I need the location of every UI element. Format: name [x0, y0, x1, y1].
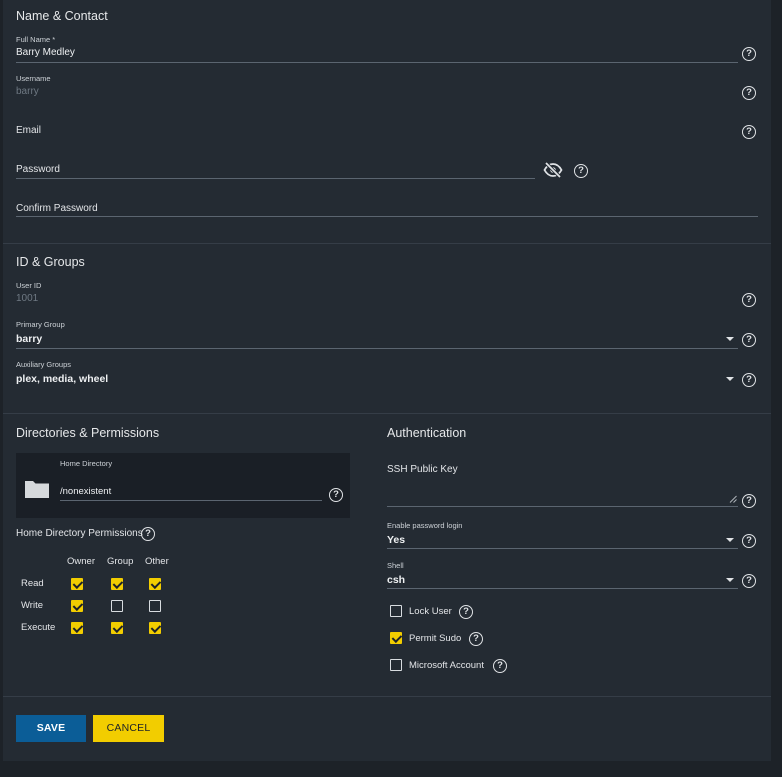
microsoft-account-help-icon[interactable] — [493, 659, 507, 673]
eye-off-icon[interactable] — [543, 162, 563, 178]
permit-sudo-help-icon[interactable] — [469, 632, 483, 646]
email-help-icon[interactable] — [742, 125, 756, 139]
ssh-key-help-icon[interactable] — [742, 494, 756, 508]
user-id-help-icon[interactable] — [742, 293, 756, 307]
user-form-card: Name & Contact Full Name * Barry Medley … — [3, 0, 771, 761]
ssh-key-textarea[interactable]: SSH Public Key — [387, 464, 458, 475]
shell-label: Shell — [387, 561, 404, 570]
primary-group-label: Primary Group — [16, 320, 65, 329]
section-divider — [3, 696, 771, 697]
home-directory-underline — [60, 500, 322, 501]
write-owner-checkbox[interactable] — [71, 600, 83, 612]
ssh-key-underline — [387, 506, 738, 507]
permit-sudo-label: Permit Sudo — [409, 633, 462, 644]
full-name-underline — [16, 62, 738, 63]
write-other-checkbox[interactable] — [149, 600, 161, 612]
password-login-chevron-down-icon[interactable] — [726, 538, 734, 542]
execute-other-checkbox[interactable] — [149, 622, 161, 634]
write-group-checkbox[interactable] — [111, 600, 123, 612]
execute-group-checkbox[interactable] — [111, 622, 123, 634]
shell-help-icon[interactable] — [742, 574, 756, 588]
lock-user-help-icon[interactable] — [459, 605, 473, 619]
primary-group-help-icon[interactable] — [742, 333, 756, 347]
user-id-input: 1001 — [16, 293, 39, 304]
home-directory-input[interactable]: /nonexistent — [60, 486, 111, 497]
user-id-label: User ID — [16, 281, 42, 290]
primary-group-chevron-down-icon[interactable] — [726, 337, 734, 341]
password-login-help-icon[interactable] — [742, 534, 756, 548]
email-input[interactable]: Email — [16, 125, 41, 136]
section-title-name-contact: Name & Contact — [16, 9, 108, 23]
read-other-checkbox[interactable] — [149, 578, 161, 590]
perm-col-other: Other — [145, 556, 169, 567]
cancel-button[interactable]: CANCEL — [93, 715, 164, 742]
confirm-password-input[interactable]: Confirm Password — [16, 203, 98, 214]
aux-groups-chevron-down-icon[interactable] — [726, 377, 734, 381]
full-name-input[interactable]: Barry Medley — [16, 47, 75, 58]
primary-group-underline — [16, 348, 738, 349]
password-input[interactable]: Password — [16, 164, 60, 175]
username-input: barry — [16, 86, 39, 97]
execute-owner-checkbox[interactable] — [71, 622, 83, 634]
shell-select[interactable]: csh — [387, 574, 405, 586]
full-name-help-icon[interactable] — [742, 47, 756, 61]
save-button[interactable]: SAVE — [16, 715, 86, 742]
password-login-select[interactable]: Yes — [387, 534, 405, 546]
password-help-icon[interactable] — [574, 164, 588, 178]
password-login-underline — [387, 548, 738, 549]
section-divider — [3, 243, 771, 244]
username-label: Username — [16, 74, 51, 83]
folder-icon[interactable] — [24, 479, 50, 499]
perm-row-execute: Execute — [21, 622, 56, 633]
permissions-help-icon[interactable] — [141, 527, 155, 541]
permissions-title: Home Directory Permissions — [16, 528, 143, 539]
shell-underline — [387, 588, 738, 589]
home-directory-help-icon[interactable] — [329, 488, 343, 502]
shell-chevron-down-icon[interactable] — [726, 578, 734, 582]
perm-row-read: Read — [21, 578, 44, 589]
password-login-label: Enable password login — [387, 521, 463, 530]
home-directory-label: Home Directory — [60, 459, 113, 468]
lock-user-checkbox[interactable] — [390, 605, 402, 617]
confirm-password-underline — [16, 216, 758, 217]
perm-row-write: Write — [21, 600, 43, 611]
microsoft-account-checkbox[interactable] — [390, 659, 402, 671]
username-help-icon[interactable] — [742, 86, 756, 100]
section-title-id-groups: ID & Groups — [16, 255, 85, 269]
home-directory-box: Home Directory /nonexistent — [16, 453, 350, 518]
section-title-authentication: Authentication — [387, 426, 467, 440]
perm-col-owner: Owner — [67, 556, 95, 567]
read-group-checkbox[interactable] — [111, 578, 123, 590]
password-underline — [16, 178, 535, 179]
section-title-directories: Directories & Permissions — [16, 426, 160, 440]
primary-group-select[interactable]: barry — [16, 333, 42, 345]
read-owner-checkbox[interactable] — [71, 578, 83, 590]
microsoft-account-label: Microsoft Account — [409, 660, 484, 671]
aux-groups-help-icon[interactable] — [742, 373, 756, 387]
permit-sudo-checkbox[interactable] — [390, 632, 402, 644]
perm-col-group: Group — [107, 556, 134, 567]
resize-handle-icon[interactable] — [729, 495, 737, 503]
aux-groups-select[interactable]: plex, media, wheel — [16, 373, 108, 385]
aux-groups-label: Auxiliary Groups — [16, 360, 72, 369]
section-divider — [3, 413, 771, 414]
full-name-label: Full Name * — [16, 35, 56, 44]
lock-user-label: Lock User — [409, 606, 452, 617]
